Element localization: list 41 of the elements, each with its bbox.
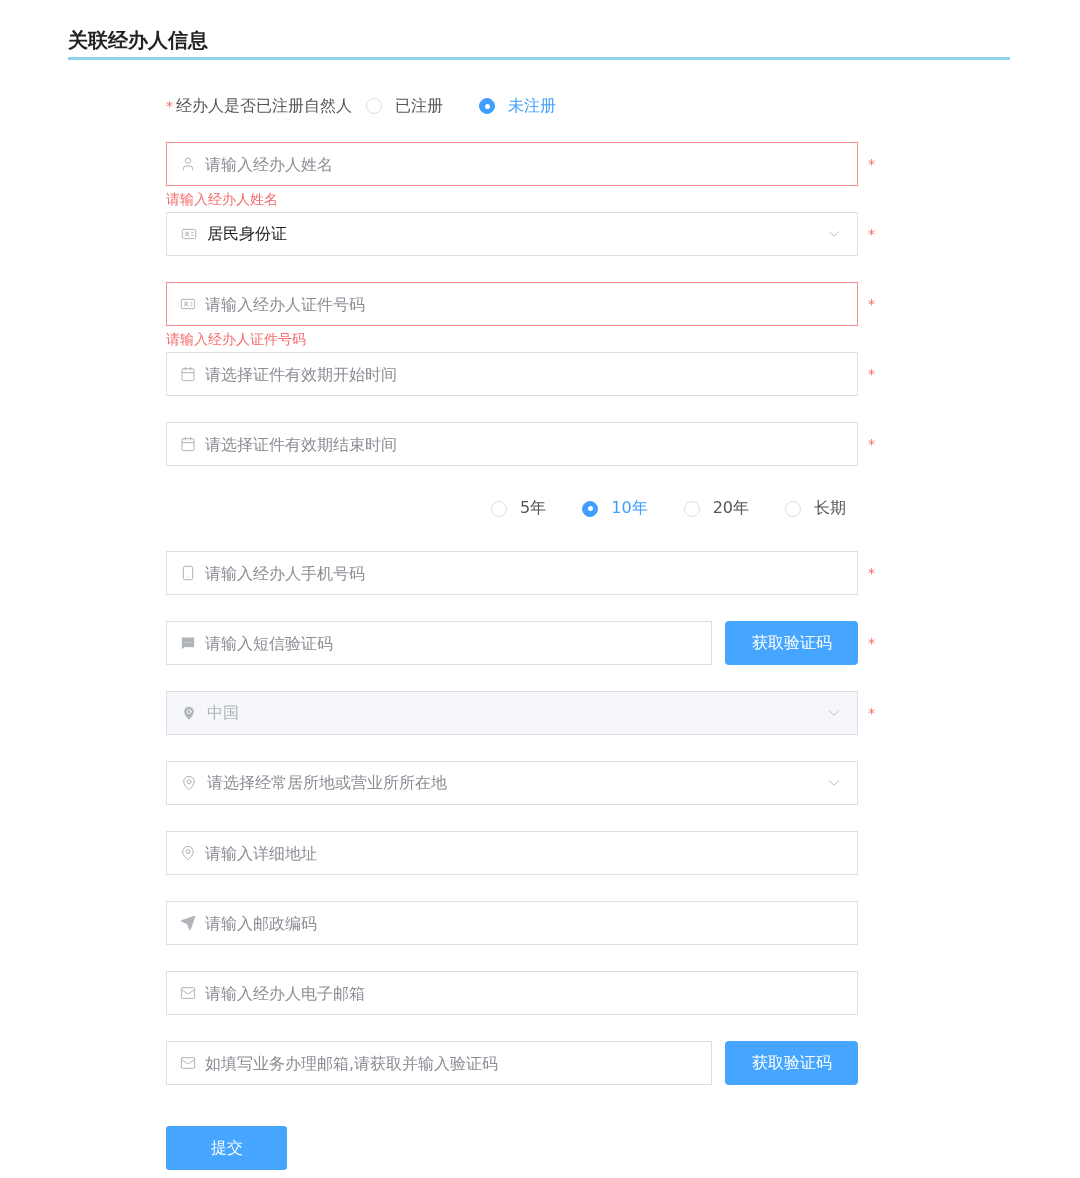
required-asterisk: * <box>166 98 174 114</box>
required-asterisk: * <box>868 565 876 581</box>
mail-icon <box>180 985 196 1001</box>
required-asterisk: * <box>868 296 876 312</box>
location-pin-icon <box>181 775 197 791</box>
radio-button[interactable] <box>582 500 599 517</box>
location-pin-icon <box>181 705 197 721</box>
required-asterisk: * <box>868 436 876 452</box>
calendar-icon <box>180 436 196 452</box>
required-asterisk: * <box>868 156 876 172</box>
radio-button[interactable] <box>479 98 495 114</box>
question-label: 经办人是否已注册自然人 <box>176 95 352 117</box>
submit-button[interactable]: 提交 <box>166 1126 287 1170</box>
option-label: 已注册 <box>395 95 443 117</box>
required-asterisk: * <box>868 705 876 721</box>
id-card-icon <box>180 296 196 312</box>
required-asterisk: * <box>868 635 876 651</box>
error-message: 请输入经办人证件号码 <box>166 330 307 349</box>
select-field[interactable]: 居民身份证 <box>166 212 858 256</box>
user-icon <box>180 156 196 172</box>
option-label: 未注册 <box>508 95 556 117</box>
phone-icon <box>180 565 196 581</box>
select-field[interactable]: 请选择经常居所地或营业所所在地 <box>166 761 858 805</box>
paper-plane-icon <box>180 915 196 931</box>
get-code-button[interactable]: 获取验证码 <box>725 1041 858 1085</box>
option-label: 10年 <box>611 498 648 519</box>
input-field[interactable]: 请输入经办人姓名 <box>166 142 858 186</box>
option-label: 5年 <box>520 498 547 519</box>
option-label: 20年 <box>712 498 749 519</box>
required-asterisk: * <box>868 366 876 382</box>
option-label: 长期 <box>814 498 846 519</box>
location-pin-icon <box>180 845 196 861</box>
id-card-icon <box>181 226 197 242</box>
calendar-icon <box>180 366 196 382</box>
chat-icon <box>180 635 196 651</box>
input-field[interactable]: 请输入经办人证件号码 <box>166 282 858 326</box>
required-asterisk: * <box>868 226 876 242</box>
mail-icon <box>180 1055 196 1071</box>
get-code-button[interactable]: 获取验证码 <box>725 621 858 665</box>
error-message: 请输入经办人姓名 <box>166 190 279 209</box>
section-title: 关联经办人信息 <box>68 26 1010 60</box>
